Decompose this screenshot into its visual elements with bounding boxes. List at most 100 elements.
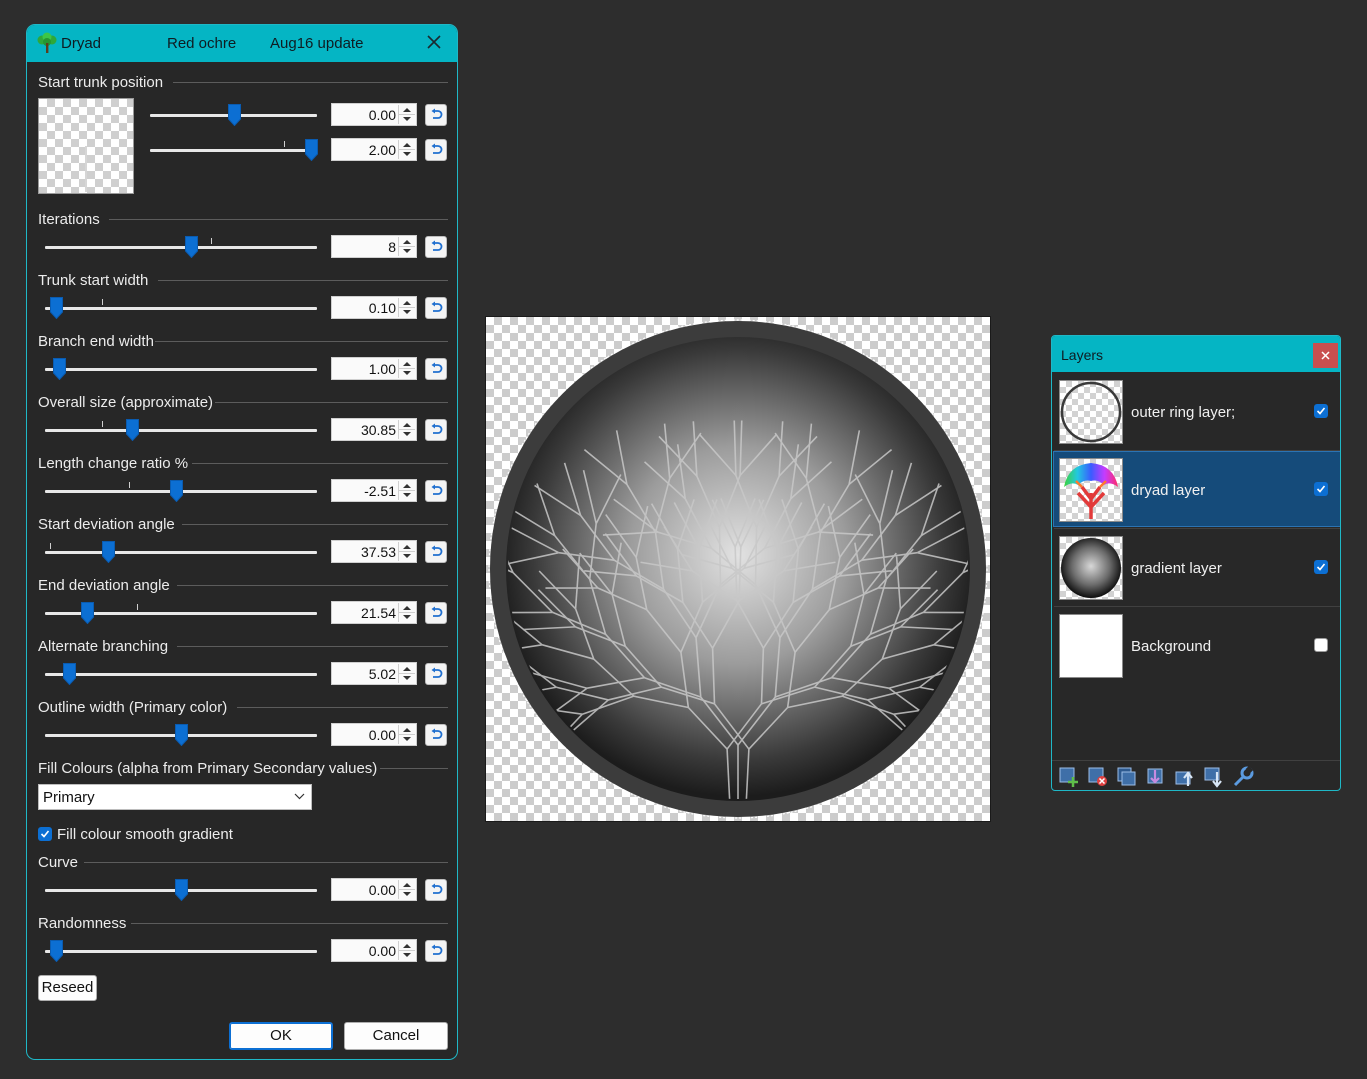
trunk-start-width-track[interactable] [45, 307, 317, 310]
spin-arrows[interactable] [398, 140, 415, 159]
curve-value-box[interactable]: 0.00 [331, 878, 417, 901]
start-deviation-angle-reset-button[interactable] [425, 541, 447, 563]
visibility-checkbox[interactable] [1314, 482, 1328, 496]
trunk-start-width-reset-button[interactable] [425, 297, 447, 319]
iterations-thumb[interactable] [185, 236, 199, 259]
spin-arrows[interactable] [398, 725, 415, 744]
alternate-branching-track[interactable] [45, 673, 317, 676]
delete-layer-icon[interactable] [1087, 766, 1109, 788]
iterations-reset-button[interactable] [425, 236, 447, 258]
reseed-button[interactable]: Reseed [38, 975, 97, 1001]
branch-end-width-value-box[interactable]: 1.00 [331, 357, 417, 380]
branch-end-width-thumb[interactable] [52, 358, 66, 381]
outline-width-primary-color-thumb[interactable] [175, 724, 188, 747]
slider-thumb-icon[interactable] [81, 602, 95, 625]
end-deviation-angle-reset-button[interactable] [425, 602, 447, 624]
slider-thumb-icon[interactable] [102, 541, 116, 564]
alternate-branching-reset-button[interactable] [425, 663, 447, 685]
spin-arrows[interactable] [398, 298, 415, 317]
trunk-y-thumb[interactable] [305, 139, 318, 162]
overall-size-approximate-track[interactable] [45, 429, 317, 432]
spin-arrows[interactable] [398, 941, 415, 960]
spin-arrows[interactable] [398, 420, 415, 439]
fill-colours-dropdown[interactable]: Primary [38, 784, 312, 810]
trunk-x-reset-button[interactable] [425, 104, 447, 126]
slider-thumb-icon[interactable] [175, 724, 188, 747]
slider-thumb-icon[interactable] [63, 663, 77, 686]
layer-row-gradient[interactable]: gradient layer [1054, 530, 1340, 604]
trunk-y-value-box[interactable]: 2.00 [331, 138, 417, 161]
spin-arrows[interactable] [398, 237, 415, 256]
visibility-checkbox[interactable] [1314, 560, 1328, 574]
dialog-titlebar[interactable]: Dryad Red ochre Aug16 update [27, 25, 457, 62]
slider-thumb-icon[interactable] [50, 940, 64, 963]
overall-size-approximate-thumb[interactable] [125, 419, 139, 442]
iterations-value-box[interactable]: 8 [331, 235, 417, 258]
merge-down-icon[interactable] [1145, 766, 1167, 788]
slider-thumb-icon[interactable] [50, 297, 64, 320]
trunk-y-reset-button[interactable] [425, 139, 447, 161]
outline-width-primary-color-value-box[interactable]: 0.00 [331, 723, 417, 746]
trunk-start-width-value-box[interactable]: 0.10 [331, 296, 417, 319]
trunk-y-track[interactable] [150, 149, 317, 152]
layer-row-outer-ring[interactable]: outer ring layer; [1054, 374, 1340, 448]
start-deviation-angle-track[interactable] [45, 551, 317, 554]
spin-arrows[interactable] [398, 105, 415, 124]
spin-arrows[interactable] [398, 664, 415, 683]
length-change-ratio-reset-button[interactable] [425, 480, 447, 502]
alternate-branching-value-box[interactable]: 5.02 [331, 662, 417, 685]
randomness-track[interactable] [45, 950, 317, 953]
curve-reset-button[interactable] [425, 879, 447, 901]
outline-width-primary-color-reset-button[interactable] [425, 724, 447, 746]
visibility-checkbox[interactable] [1314, 404, 1328, 418]
randomness-thumb[interactable] [50, 940, 64, 963]
start-deviation-angle-thumb[interactable] [102, 541, 116, 564]
length-change-ratio-thumb[interactable] [169, 480, 183, 503]
spin-arrows[interactable] [398, 481, 415, 500]
end-deviation-angle-value-box[interactable]: 21.54 [331, 601, 417, 624]
trunk-x-value-box[interactable]: 0.00 [331, 103, 417, 126]
slider-thumb-icon[interactable] [175, 879, 188, 902]
layers-titlebar[interactable]: Layers [1052, 336, 1340, 372]
add-layer-icon[interactable] [1058, 766, 1080, 788]
end-deviation-angle-thumb[interactable] [81, 602, 95, 625]
close-icon[interactable] [425, 33, 443, 51]
slider-thumb-icon[interactable] [169, 480, 183, 503]
layers-close-button[interactable] [1313, 343, 1338, 368]
spin-arrows[interactable] [398, 359, 415, 378]
layer-row-dryad[interactable]: dryad layer [1053, 451, 1340, 527]
slider-thumb-icon[interactable] [305, 139, 318, 162]
spin-arrows[interactable] [398, 603, 415, 622]
overall-size-approximate-reset-button[interactable] [425, 419, 447, 441]
slider-thumb-icon[interactable] [52, 358, 66, 381]
properties-icon[interactable] [1232, 766, 1254, 788]
trunk-position-picker[interactable] [38, 98, 134, 194]
duplicate-layer-icon[interactable] [1116, 766, 1138, 788]
slider-thumb-icon[interactable] [227, 104, 241, 127]
iterations-track[interactable] [45, 246, 317, 249]
image-canvas[interactable] [485, 316, 991, 822]
layer-row-background[interactable]: Background [1054, 608, 1340, 682]
alternate-branching-thumb[interactable] [63, 663, 77, 686]
spin-arrows[interactable] [398, 542, 415, 561]
smooth-gradient-checkbox[interactable] [38, 827, 52, 841]
slider-thumb-icon[interactable] [125, 419, 139, 442]
trunk-start-width-label: Trunk start width [38, 272, 149, 289]
branch-end-width-track[interactable] [45, 368, 317, 371]
randomness-value-box[interactable]: 0.00 [331, 939, 417, 962]
branch-end-width-reset-button[interactable] [425, 358, 447, 380]
visibility-checkbox[interactable] [1314, 638, 1328, 652]
curve-thumb[interactable] [175, 879, 188, 902]
spin-arrows[interactable] [398, 880, 415, 899]
cancel-button[interactable]: Cancel [344, 1022, 448, 1050]
ok-button[interactable]: OK [229, 1022, 333, 1050]
move-up-icon[interactable] [1174, 766, 1196, 788]
move-down-icon[interactable] [1203, 766, 1225, 788]
overall-size-approximate-value-box[interactable]: 30.85 [331, 418, 417, 441]
slider-thumb-icon[interactable] [185, 236, 199, 259]
length-change-ratio-value-box[interactable]: -2.51 [331, 479, 417, 502]
trunk-x-thumb[interactable] [227, 104, 241, 127]
trunk-start-width-thumb[interactable] [50, 297, 64, 320]
start-deviation-angle-value-box[interactable]: 37.53 [331, 540, 417, 563]
randomness-reset-button[interactable] [425, 940, 447, 962]
